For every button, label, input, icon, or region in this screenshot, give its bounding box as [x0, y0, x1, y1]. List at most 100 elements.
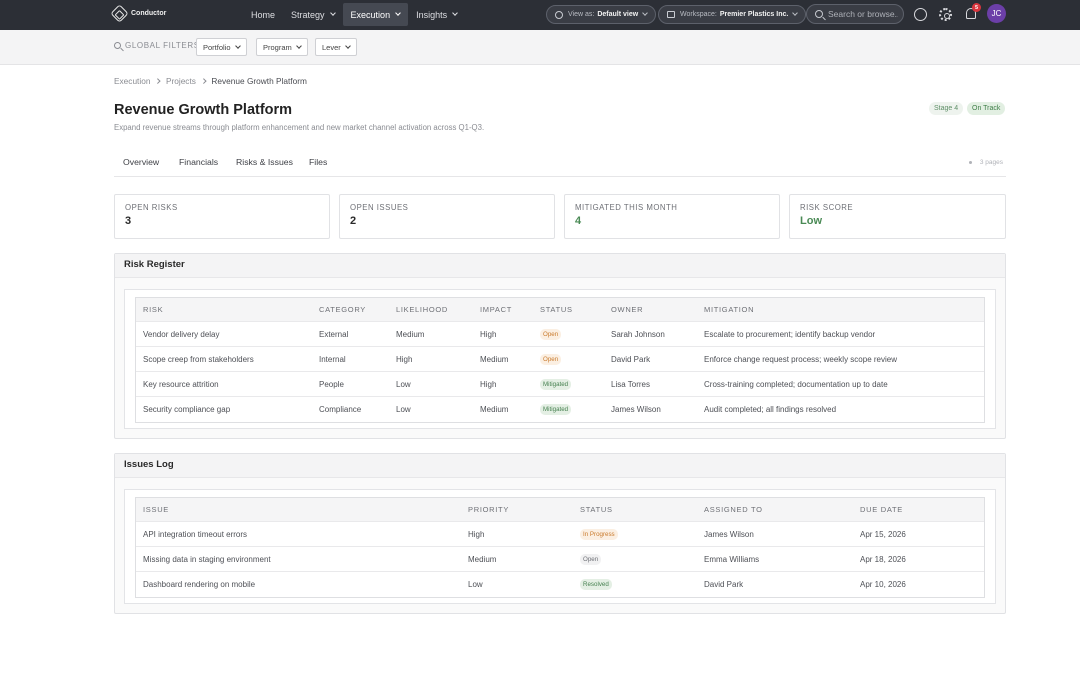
workspace-value: Premier Plastics Inc.: [719, 11, 789, 18]
table-row[interactable]: API integration timeout errors High In P…: [136, 522, 984, 547]
nav-execution[interactable]: Execution: [342, 3, 409, 26]
tab-overview[interactable]: Overview: [123, 157, 159, 167]
pages-indicator: 3 pages: [968, 159, 1003, 166]
status-badge: Resolved: [580, 579, 612, 590]
issue-due-date: Apr 15, 2026: [860, 529, 906, 539]
table-header-row: ISSUE PRIORITY STATUS ASSIGNED TO DUE DA…: [136, 498, 984, 522]
page-title: Revenue Growth Platform: [114, 102, 293, 118]
tab-financials[interactable]: Financials: [179, 157, 218, 167]
issue-due-date: Apr 10, 2026: [860, 580, 906, 589]
gear-icon[interactable]: [939, 8, 952, 21]
global-search[interactable]: [806, 4, 904, 24]
breadcrumb: Execution Projects Revenue Growth Platfo…: [114, 76, 307, 86]
risk-owner: James Wilson: [611, 405, 661, 414]
status-badge: On Track: [967, 102, 1006, 115]
risk-mitigation: Audit completed; all findings resolved: [704, 405, 837, 414]
column-header[interactable]: PRIORITY: [468, 498, 509, 521]
portfolio-dropdown[interactable]: Portfolio: [196, 38, 247, 56]
issue-assignee: David Park: [704, 580, 744, 589]
table-row[interactable]: Scope creep from stakeholders Internal H…: [136, 347, 984, 372]
program-dropdown[interactable]: Program: [256, 38, 308, 56]
lever-dropdown-label: Lever: [322, 42, 341, 52]
column-header[interactable]: CATEGORY: [319, 298, 366, 321]
chevron-down-icon: [452, 10, 458, 16]
stat-label: RISK SCORE: [800, 203, 854, 212]
issues-log-panel: Issues Log ISSUE PRIORITY STATUS ASSIGNE…: [114, 453, 1006, 614]
nav-strategy[interactable]: Strategy: [283, 3, 343, 26]
building-icon: [667, 11, 675, 18]
breadcrumb-execution[interactable]: Execution: [114, 76, 150, 86]
page-subtitle: Expand revenue streams through platform …: [114, 123, 485, 132]
status-badge: In Progress: [580, 528, 618, 540]
column-header[interactable]: MITIGATION: [704, 298, 754, 321]
risk-likelihood: Low: [396, 379, 411, 389]
risk-name: Key resource attrition: [143, 379, 219, 389]
issue-priority: Medium: [468, 554, 497, 564]
view-as-selector[interactable]: View as: Default view: [546, 5, 657, 24]
eye-icon: [555, 10, 563, 19]
lever-dropdown[interactable]: Lever: [315, 38, 357, 56]
tab-files[interactable]: Files: [309, 157, 327, 167]
status-badge: Open: [540, 328, 562, 340]
table-row[interactable]: Security compliance gap Compliance Low M…: [136, 397, 984, 422]
tab-risks-issues[interactable]: Risks & Issues: [236, 157, 293, 167]
stat-label: MITIGATED THIS MONTH: [575, 203, 678, 212]
stat-card-risk-score: RISK SCORE Low: [789, 194, 1006, 239]
risk-likelihood: Medium: [396, 329, 425, 339]
column-header[interactable]: DUE DATE: [860, 498, 903, 521]
column-header[interactable]: IMPACT: [480, 298, 512, 321]
chevron-down-icon: [234, 42, 241, 49]
table-row[interactable]: Key resource attrition People Low High M…: [136, 372, 984, 397]
pages-label: 3 pages: [979, 159, 1003, 166]
stat-value: 2: [350, 215, 357, 227]
column-header[interactable]: OWNER: [611, 298, 643, 321]
top-navigation-bar: Conductor Home Strategy Execution Insigh…: [0, 0, 1080, 30]
column-header[interactable]: LIKELIHOOD: [396, 298, 448, 321]
nav-execution-label: Execution: [350, 9, 391, 20]
risk-mitigation: Cross-training completed; documentation …: [704, 379, 888, 389]
view-as-value: Default view: [597, 11, 639, 18]
issues-log-title: Issues Log: [115, 454, 1005, 478]
issue-priority: Low: [468, 580, 483, 589]
status-badge: Open: [540, 353, 562, 365]
brand[interactable]: Conductor: [110, 4, 166, 23]
breadcrumb-current: Revenue Growth Platform: [211, 76, 307, 86]
nav-insights[interactable]: Insights: [408, 3, 465, 26]
breadcrumb-projects[interactable]: Projects: [166, 76, 196, 86]
risk-name: Security compliance gap: [143, 405, 231, 414]
stat-value: 3: [125, 215, 132, 227]
nav-home[interactable]: Home: [243, 3, 283, 26]
stat-label: OPEN ISSUES: [350, 203, 409, 212]
table-row[interactable]: Missing data in staging environment Medi…: [136, 547, 984, 572]
issues-log-container: ISSUE PRIORITY STATUS ASSIGNED TO DUE DA…: [124, 489, 996, 604]
risk-name: Scope creep from stakeholders: [143, 354, 254, 364]
column-header[interactable]: STATUS: [580, 498, 613, 521]
workspace-selector[interactable]: Workspace: Premier Plastics Inc.: [658, 5, 807, 24]
status-badge: Open: [580, 553, 602, 565]
avatar[interactable]: JC: [987, 4, 1006, 23]
column-header[interactable]: STATUS: [540, 298, 573, 321]
chevron-down-icon: [344, 42, 351, 49]
risk-impact: High: [480, 329, 497, 339]
risk-category: Internal: [319, 354, 346, 364]
status-badge: Mitigated: [540, 404, 572, 415]
risk-impact: Medium: [480, 354, 509, 364]
risk-name: Vendor delivery delay: [143, 329, 220, 339]
global-filters-text: GLOBAL FILTERS: [125, 41, 200, 50]
nav-insights-label: Insights: [416, 9, 448, 20]
table-row[interactable]: Vendor delivery delay External Medium Hi…: [136, 322, 984, 347]
risk-register-panel: Risk Register RISK CATEGORY LIKELIHOOD I…: [114, 253, 1006, 439]
workspace-label: Workspace:: [680, 11, 717, 18]
chat-icon[interactable]: [914, 8, 927, 21]
table-header-row: RISK CATEGORY LIKELIHOOD IMPACT STATUS O…: [136, 298, 984, 322]
table-row[interactable]: Dashboard rendering on mobile Low Resolv…: [136, 572, 984, 597]
column-header[interactable]: ASSIGNED TO: [704, 498, 763, 521]
risk-likelihood: High: [396, 354, 413, 364]
column-header[interactable]: RISK: [143, 298, 163, 321]
risk-register-title: Risk Register: [115, 254, 1005, 278]
stat-card-mitigated: MITIGATED THIS MONTH 4: [564, 194, 780, 239]
stat-value: Low: [800, 215, 822, 227]
column-header[interactable]: ISSUE: [143, 498, 169, 521]
search-input[interactable]: [828, 9, 898, 19]
main-nav: Home Strategy Execution Insights: [243, 3, 465, 26]
